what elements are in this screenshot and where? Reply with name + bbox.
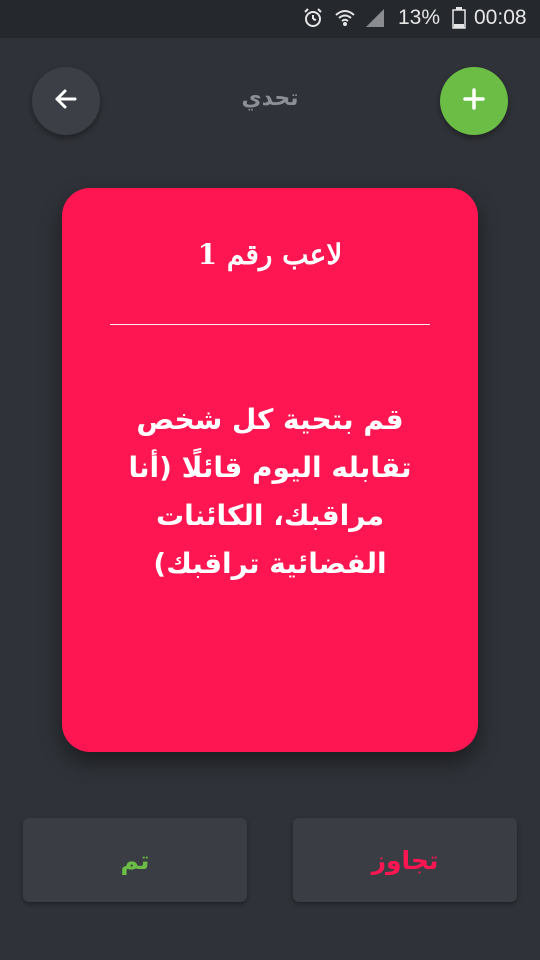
screen: 13% 00:08 تحدي لاعب رقم 1 قم بتحية كل شخ… <box>0 0 540 960</box>
battery-icon <box>452 7 466 29</box>
status-bar: 13% 00:08 <box>0 0 540 38</box>
add-button[interactable] <box>440 67 508 135</box>
battery-percent: 13% <box>398 6 441 29</box>
challenge-text: قم بتحية كل شخص تقابله اليوم قائلًا (أنا… <box>128 403 412 580</box>
done-button[interactable]: تم <box>23 818 247 902</box>
alarm-icon <box>302 7 324 29</box>
wifi-icon <box>334 7 356 29</box>
status-time: 00:08 <box>474 6 527 29</box>
signal-icon <box>364 7 386 29</box>
skip-button[interactable]: تجاوز <box>293 818 517 902</box>
player-label: لاعب رقم 1 <box>197 238 343 271</box>
card-divider <box>110 324 430 325</box>
challenge-card: لاعب رقم 1 قم بتحية كل شخص تقابله اليوم … <box>62 188 478 752</box>
plus-icon <box>462 87 486 115</box>
